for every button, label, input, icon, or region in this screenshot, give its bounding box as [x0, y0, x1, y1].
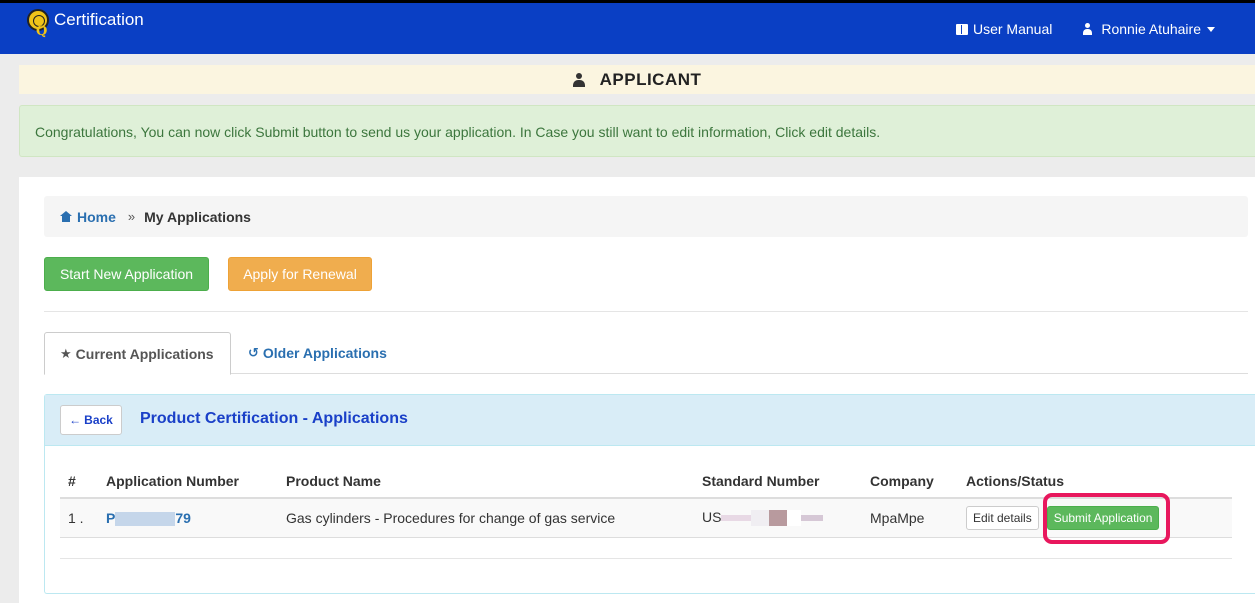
- back-label: Back: [84, 413, 113, 427]
- column-header-product-name: Product Name: [278, 464, 694, 499]
- arrow-left-icon: ←: [69, 413, 82, 427]
- success-alert: Congratulations, You can now click Submi…: [19, 105, 1255, 157]
- alert-message: Congratulations, You can now click Submi…: [35, 124, 881, 140]
- standard-number-prefix: US: [702, 509, 722, 526]
- apply-for-renewal-button[interactable]: Apply for Renewal: [228, 257, 372, 291]
- user-icon: [572, 72, 585, 87]
- redacted-block: [787, 510, 802, 527]
- page-title: APPLICANT: [599, 69, 702, 89]
- unbs-logo-icon: Q: [27, 7, 49, 39]
- breadcrumb: Home » My Applications: [44, 196, 1248, 237]
- back-button[interactable]: ← Back: [60, 405, 122, 435]
- redacted-block: [721, 515, 752, 522]
- column-header-standard-number: Standard Number: [694, 464, 862, 499]
- standard-number-cell: US: [694, 498, 862, 538]
- navbar-right: User Manual Ronnie Atuhaire: [926, 21, 1215, 37]
- breadcrumb-current: My Applications: [144, 208, 251, 225]
- product-name: Gas cylinders - Procedures for change of…: [278, 498, 694, 538]
- user-menu-dropdown[interactable]: Ronnie Atuhaire: [1082, 21, 1215, 37]
- caret-down-icon: [1207, 26, 1215, 32]
- company-name: MpaMpe: [862, 498, 958, 538]
- column-header-index: #: [60, 464, 98, 499]
- submit-highlight-annotation: [1043, 493, 1170, 544]
- breadcrumb-home-label: Home: [77, 208, 116, 225]
- brand[interactable]: Q Certification: [27, 7, 144, 39]
- history-icon: ↺: [248, 345, 259, 360]
- tab-older-label: Older Applications: [262, 345, 387, 361]
- brand-title: Certification: [54, 10, 144, 29]
- application-tabs: ★ Current Applications ↺ Older Applicati…: [44, 332, 1248, 375]
- redacted-block: [115, 511, 176, 526]
- book-icon: [955, 23, 968, 35]
- tab-current-applications[interactable]: ★ Current Applications: [44, 332, 231, 375]
- tab-current-label: Current Applications: [75, 345, 214, 362]
- page-header: APPLICANT: [19, 65, 1255, 94]
- application-number-link[interactable]: P 79: [98, 498, 278, 538]
- start-new-application-button[interactable]: Start New Application: [44, 257, 209, 291]
- divider: [44, 311, 1248, 312]
- redacted-block: [801, 515, 824, 522]
- table-bottom-divider: [60, 558, 1232, 559]
- user-manual-link[interactable]: User Manual: [955, 21, 1053, 37]
- edit-details-button[interactable]: Edit details: [966, 505, 1039, 530]
- breadcrumb-home[interactable]: Home: [60, 209, 116, 225]
- user-manual-label: User Manual: [972, 21, 1053, 37]
- redacted-block: [769, 510, 788, 527]
- applications-panel-title: Product Certification - Applications: [140, 410, 408, 427]
- redacted-block: [751, 510, 770, 527]
- user-icon: [1082, 23, 1093, 35]
- home-icon: [60, 211, 72, 222]
- applications-panel-header: ← Back Product Certification - Applicati…: [45, 395, 1255, 446]
- column-header-application-number: Application Number: [98, 464, 278, 499]
- application-number-suffix: 79: [175, 509, 191, 526]
- application-number-prefix: P: [106, 509, 116, 526]
- breadcrumb-separator: »: [127, 209, 136, 224]
- row-index: 1 .: [60, 498, 98, 538]
- star-icon: ★: [60, 345, 72, 361]
- tab-older-applications[interactable]: ↺ Older Applications: [248, 332, 387, 374]
- user-name: Ronnie Atuhaire: [1101, 21, 1201, 37]
- column-header-company: Company: [862, 464, 958, 499]
- top-navbar: Q Certification User Manual Ronnie Atuha…: [0, 0, 1255, 54]
